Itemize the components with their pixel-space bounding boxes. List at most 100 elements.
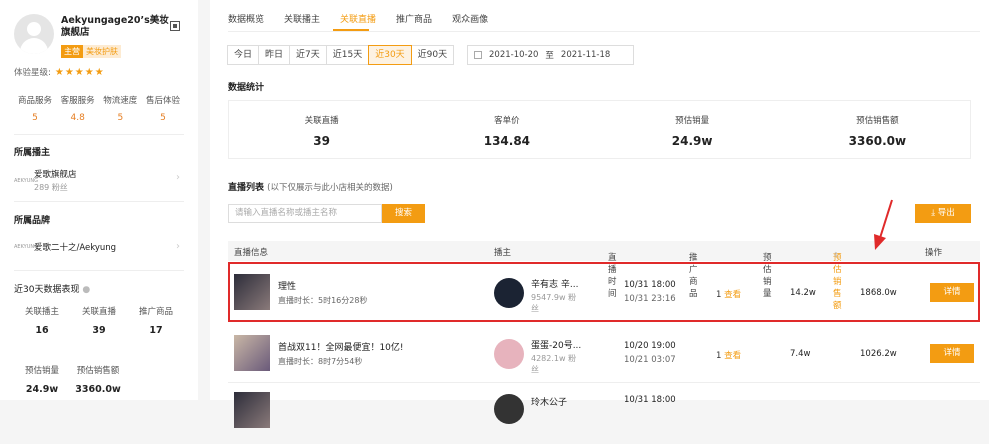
table-row[interactable]: 首战双11！全网最便宜！10亿! 直播时长：8时7分54秒 蛋蛋-20号... … — [228, 323, 980, 383]
anchor-name: 辛有志 辛... — [531, 280, 579, 290]
stat-label: 预估销售额 — [856, 116, 899, 126]
table-row[interactable]: 玲木公子 10/31 18:00 — [228, 384, 980, 444]
live-title: 首战双11！全网最便宜！10亿! — [278, 343, 404, 353]
live-end: 10/31 23:16 — [624, 294, 676, 304]
tab-overview[interactable]: 数据概览 — [228, 12, 264, 25]
recent-stat: 预估销量 24.9w — [14, 364, 70, 395]
recent-stat-label: 推广商品 — [138, 307, 173, 317]
service-scores: 商品服务 5 客服服务 4.8 物流速度 5 售后体验 5 — [14, 94, 184, 123]
sort-icon: ⇕ — [689, 251, 695, 259]
stat-label: 客单价 — [494, 116, 520, 126]
col-anchor: 播主 — [494, 248, 512, 258]
sales-amount: 1868.0w — [860, 288, 897, 298]
brand-section-title: 所属品牌 — [14, 216, 51, 226]
search-input[interactable]: 请输入直播名称或播主名称 — [228, 204, 382, 223]
view-products-link[interactable]: 查看 — [724, 351, 741, 361]
tab-live[interactable]: 关联直播 — [340, 12, 376, 25]
sales-volume: 14.2w — [790, 288, 816, 298]
brand-name: 爱歌二十之/Aekyung — [34, 243, 117, 253]
recent-section-label: 近30天数据表现 — [14, 285, 80, 295]
product-count: 1 查看 — [716, 288, 741, 300]
table-row[interactable]: 理性 直播时长：5时16分28秒 辛有志 辛... 9547.9w 粉丝 10/… — [228, 262, 980, 322]
score-item: 物流速度 5 — [99, 94, 141, 123]
tabs-divider — [228, 31, 980, 32]
live-start: 10/31 18:00 — [624, 280, 676, 290]
range-today[interactable]: 今日 — [227, 45, 260, 65]
tab-anchors[interactable]: 关联播主 — [284, 12, 320, 25]
star-rating-icon: ★★★★★ — [54, 66, 105, 78]
date-end: 2021-11-18 — [560, 50, 611, 60]
range-30days[interactable]: 近30天 — [368, 45, 412, 65]
divider — [14, 201, 184, 202]
anchor-name: 玲木公子 — [531, 398, 568, 408]
search-button[interactable]: 搜索 — [382, 204, 425, 223]
score-label: 售后体验 — [145, 96, 180, 106]
date-start: 2021-10-20 — [489, 50, 539, 60]
shop-name: Aekyungage20’s美妆旗舰店 — [61, 15, 169, 38]
range-yesterday[interactable]: 昨日 — [258, 45, 291, 65]
recent-stat-value: 3360.0w — [75, 384, 121, 395]
score-item: 商品服务 5 — [14, 94, 56, 123]
range-7days[interactable]: 近7天 — [289, 45, 327, 65]
range-15days[interactable]: 近15天 — [325, 45, 370, 65]
live-thumbnail — [234, 274, 270, 310]
active-tab-indicator — [333, 29, 369, 31]
tab-products[interactable]: 推广商品 — [396, 12, 432, 25]
view-products-link[interactable]: 查看 — [724, 290, 741, 300]
stats-panel: 关联直播 39 客单价 134.84 预估销量 24.9w 预估销售额 3360.0w — [228, 100, 971, 159]
live-thumbnail — [234, 335, 270, 371]
score-item: 客服服务 4.8 — [57, 94, 99, 123]
info-icon: ● — [82, 285, 91, 295]
tab-audience[interactable]: 观众画像 — [452, 12, 488, 25]
rating: 体验星级: ★★★★★ — [14, 66, 105, 79]
brand-item[interactable]: AEKYUNG 爱歌二十之/Aekyung › — [14, 241, 184, 253]
anchor-avatar — [494, 394, 524, 424]
recent-stats-row: 关联播主 16 关联直播 39 推广商品 17 — [14, 305, 184, 336]
sort-icon: ⇕ — [833, 251, 839, 259]
shop-sidebar: Aekyungage20’s美妆旗舰店 主营 美妆护肤 体验星级: ★★★★★ … — [0, 0, 198, 400]
divider — [14, 270, 184, 271]
stats-title: 数据统计 — [228, 83, 265, 93]
export-label: 导出 — [937, 208, 955, 218]
live-duration: 直播时长：5时16分28秒 — [278, 296, 368, 305]
product-count-value: 1 — [716, 351, 722, 361]
sort-icon: ⇕ — [763, 251, 769, 259]
date-picker[interactable]: 2021-10-20 至 2021-11-18 — [467, 45, 634, 65]
recent-stat-label: 预估销售额 — [76, 366, 120, 376]
recent-stat-value: 17 — [149, 325, 163, 336]
range-90days[interactable]: 近90天 — [410, 45, 455, 65]
recent-stat: 关联直播 39 — [71, 305, 127, 336]
tab-bar: 数据概览 关联播主 关联直播 推广商品 观众画像 — [228, 12, 508, 25]
recent-stat-value: 39 — [92, 325, 106, 336]
chevron-right-icon: › — [176, 172, 180, 183]
recent-stat: 预估销售额 3360.0w — [70, 364, 126, 395]
score-label: 商品服务 — [17, 96, 52, 106]
anchor-item[interactable]: AEKYUNG 爱歌旗舰店 289 粉丝 › — [14, 168, 184, 193]
export-button[interactable]: ⤓ 导出 — [915, 204, 971, 223]
anchor-fans: 9547.9w 粉丝 — [531, 293, 577, 313]
main-content: 数据概览 关联播主 关联直播 推广商品 观众画像 今日 昨日 近7天 近15天 … — [210, 0, 989, 428]
live-end: 10/21 03:07 — [624, 355, 676, 365]
recent-section-title: 近30天数据表现 ● — [14, 282, 90, 295]
calendar-icon — [474, 51, 482, 59]
score-label: 客服服务 — [60, 96, 95, 106]
date-separator: 至 — [545, 51, 554, 61]
live-duration: 直播时长：8时7分54秒 — [278, 357, 363, 366]
stat-item: 预估销量 24.9w — [600, 101, 785, 158]
score-label: 物流速度 — [103, 96, 138, 106]
live-thumbnail — [234, 392, 270, 428]
recent-stats-row: 预估销量 24.9w 预估销售额 3360.0w — [14, 364, 184, 395]
recent-stat-value: 16 — [35, 325, 49, 336]
list-title-text: 直播列表 — [228, 183, 265, 193]
score-value: 4.8 — [70, 113, 85, 123]
score-value: 5 — [160, 113, 166, 123]
qr-code-icon[interactable] — [170, 21, 180, 31]
anchor-name: 爱歌旗舰店 — [34, 170, 77, 180]
detail-button[interactable]: 详情 — [930, 283, 974, 302]
score-value: 5 — [117, 113, 124, 123]
recent-stat-value: 24.9w — [25, 384, 59, 395]
detail-button[interactable]: 详情 — [930, 344, 974, 363]
recent-stat-label: 预估销量 — [24, 366, 59, 376]
anchor-name: 蛋蛋-20号... — [531, 341, 582, 351]
recent-stat-label: 关联直播 — [81, 307, 116, 317]
